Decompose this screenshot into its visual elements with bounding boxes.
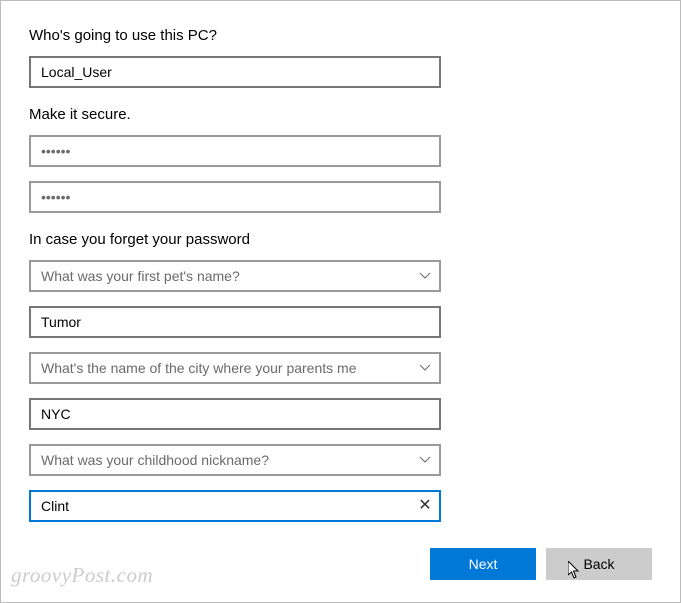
- recovery-section-label: In case you forget your password: [29, 231, 652, 248]
- security-answer-2-input[interactable]: [29, 398, 441, 430]
- back-button[interactable]: Back: [546, 548, 652, 580]
- password-confirm-input[interactable]: [29, 181, 441, 213]
- security-answer-1-input[interactable]: [29, 306, 441, 338]
- security-question-3-value: What was your childhood nickname?: [41, 452, 269, 468]
- next-button[interactable]: Next: [430, 548, 536, 580]
- security-question-1-select[interactable]: What was your first pet's name?: [29, 260, 441, 292]
- security-answer-3-input[interactable]: [29, 490, 441, 522]
- security-question-3-select[interactable]: What was your childhood nickname?: [29, 444, 441, 476]
- security-question-1-value: What was your first pet's name?: [41, 268, 240, 284]
- secure-section-label: Make it secure.: [29, 106, 652, 123]
- password-input[interactable]: [29, 135, 441, 167]
- security-question-2-select[interactable]: What's the name of the city where your p…: [29, 352, 441, 384]
- user-section-label: Who's going to use this PC?: [29, 27, 652, 44]
- security-question-2-value: What's the name of the city where your p…: [41, 360, 357, 376]
- username-input[interactable]: [29, 56, 441, 88]
- watermark-text: groovyPost.com: [11, 563, 153, 588]
- clear-input-icon[interactable]: ✕: [417, 498, 433, 514]
